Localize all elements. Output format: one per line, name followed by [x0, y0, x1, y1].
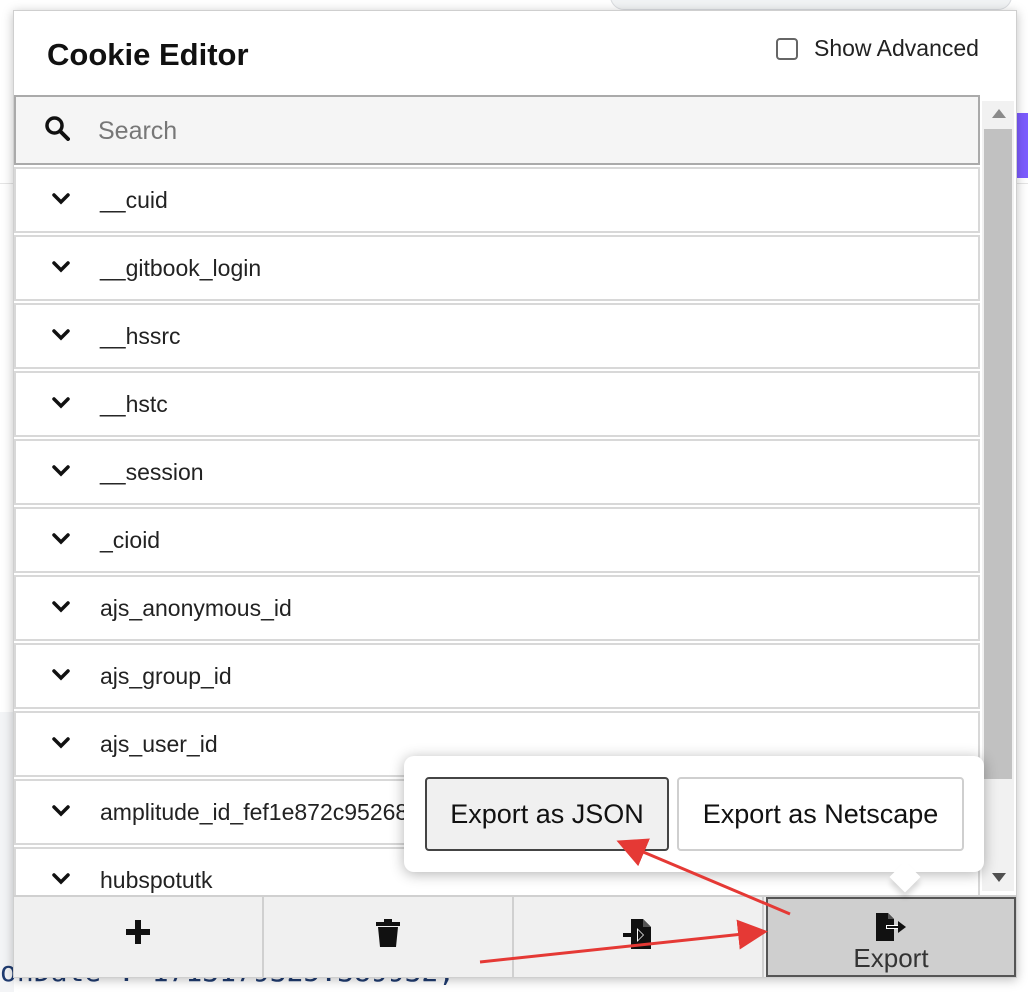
chevron-down-icon[interactable]: [52, 805, 70, 817]
cookie-name: __hssrc: [100, 323, 181, 349]
search-icon: [45, 116, 70, 141]
export-json-button[interactable]: Export as JSON: [425, 777, 669, 851]
chevron-down-icon[interactable]: [52, 193, 70, 205]
cookie-name: ajs_user_id: [100, 731, 218, 757]
cookie-row[interactable]: ajs_anonymous_id: [14, 575, 980, 641]
plus-icon: [126, 920, 150, 944]
cookie-row[interactable]: __gitbook_login: [14, 235, 980, 301]
cookie-row[interactable]: __session: [14, 439, 980, 505]
chevron-down-icon[interactable]: [52, 397, 70, 409]
cookie-row[interactable]: __cuid: [14, 167, 980, 233]
cookie-name: amplitude_id_fef1e872c95268: [100, 799, 409, 825]
chevron-down-icon[interactable]: [52, 329, 70, 341]
delete-all-button[interactable]: [264, 897, 514, 977]
export-label: Export: [853, 943, 929, 973]
scroll-thumb[interactable]: [984, 129, 1012, 779]
cookie-name: ajs_anonymous_id: [100, 595, 292, 621]
scroll-up-arrow[interactable]: [992, 109, 1006, 118]
bottom-toolbar: Export: [14, 895, 1016, 977]
scroll-down-arrow[interactable]: [992, 873, 1006, 882]
show-advanced-toggle[interactable]: Show Advanced: [776, 35, 979, 62]
chevron-down-icon[interactable]: [52, 737, 70, 749]
cookie-name: __gitbook_login: [100, 255, 262, 281]
cookie-row[interactable]: __hstc: [14, 371, 980, 437]
chevron-down-icon[interactable]: [52, 873, 70, 885]
cookie-name: hubspotutk: [100, 867, 213, 893]
cookie-name: _cioid: [100, 527, 161, 553]
page-code-block: [0, 712, 14, 992]
add-cookie-button[interactable]: [14, 897, 264, 977]
popup-title: Cookie Editor: [47, 37, 249, 72]
chevron-down-icon[interactable]: [52, 533, 70, 545]
chevron-down-icon[interactable]: [52, 601, 70, 613]
cookie-row[interactable]: __hssrc: [14, 303, 980, 369]
file-import-icon: [623, 919, 651, 949]
export-button[interactable]: Export: [766, 897, 1016, 977]
search-input[interactable]: [96, 107, 960, 155]
cookie-name: __cuid: [100, 187, 168, 213]
scrollbar[interactable]: [982, 101, 1014, 891]
cookie-name: __hstc: [100, 391, 168, 417]
chevron-down-icon[interactable]: [52, 669, 70, 681]
cookie-name: __session: [100, 459, 204, 485]
trash-icon: [376, 919, 400, 947]
export-netscape-button[interactable]: Export as Netscape: [677, 777, 964, 851]
search-bar: [14, 95, 980, 165]
cookie-name: ajs_group_id: [100, 663, 232, 689]
export-menu: Export as JSON Export as Netscape: [404, 756, 984, 893]
cookie-row[interactable]: ajs_group_id: [14, 643, 980, 709]
import-button[interactable]: [514, 897, 764, 977]
show-advanced-checkbox[interactable]: [776, 37, 798, 60]
chevron-down-icon[interactable]: [52, 261, 70, 273]
browser-address-bar: [610, 0, 1012, 10]
file-export-icon: [876, 913, 906, 941]
show-advanced-label: Show Advanced: [814, 35, 979, 61]
cookie-row[interactable]: _cioid: [14, 507, 980, 573]
chevron-down-icon[interactable]: [52, 465, 70, 477]
